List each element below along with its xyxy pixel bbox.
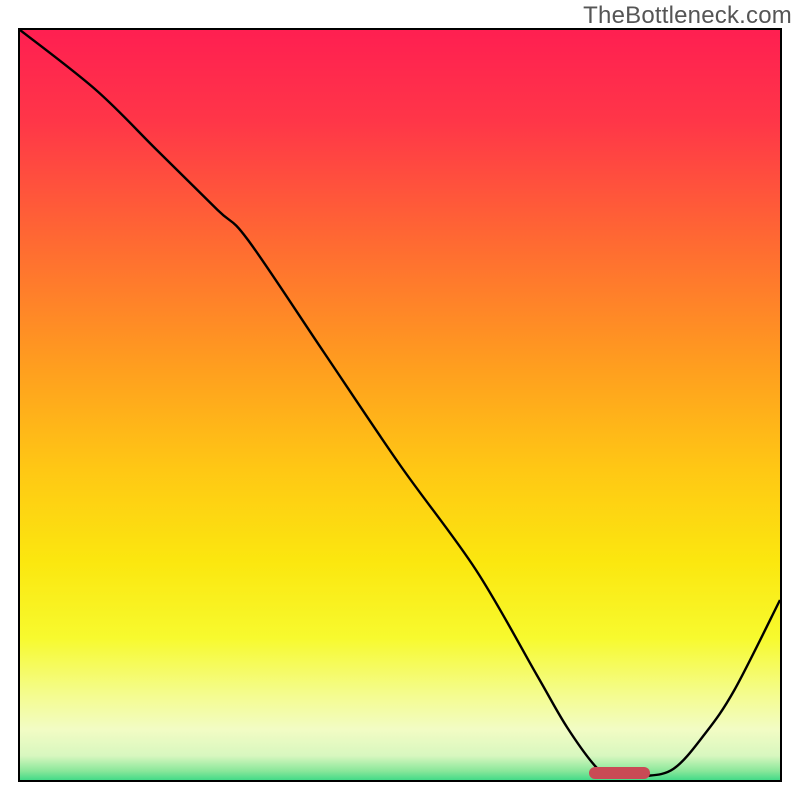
bottleneck-curve: [20, 30, 780, 780]
watermark-text: TheBottleneck.com: [583, 2, 792, 30]
chart-frame: TheBottleneck.com: [0, 0, 800, 800]
optimal-range-marker: [589, 767, 650, 779]
plot-area: [18, 28, 782, 782]
